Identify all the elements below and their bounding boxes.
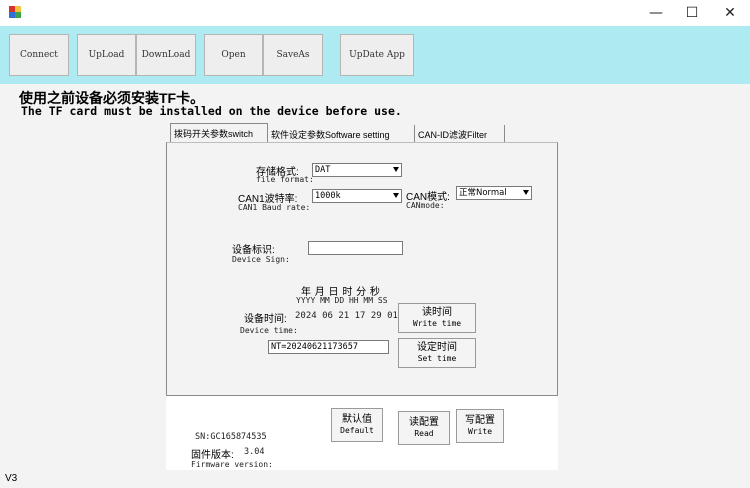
toolbar: Connect UpLoad DownLoad Open SaveAs UpDa… — [0, 26, 750, 84]
can-mode-value: 正常Normal — [459, 188, 507, 198]
read-config-label-en: Read — [414, 429, 434, 439]
can-mode-select[interactable]: 正常Normal — [456, 186, 532, 200]
read-config-label: 读配置 — [409, 416, 439, 428]
time-header-en: YYYY MM DD HH MM SS — [296, 296, 388, 305]
write-config-label-en: Write — [467, 427, 493, 437]
storage-format-select[interactable]: DAT — [312, 163, 402, 177]
device-time-value: 2024 06 21 17 29 01 — [295, 311, 398, 321]
read-time-button[interactable]: 读时间 Write time — [398, 303, 476, 333]
set-time-label: 设定时间 — [417, 341, 457, 353]
device-sign-label-en: Device Sign: — [232, 255, 290, 264]
device-time-label-en: Device time: — [240, 326, 298, 335]
tab-panel — [166, 142, 558, 396]
set-time-button[interactable]: 设定时间 Set time — [398, 338, 476, 368]
can-mode-label-en: CANmode: — [406, 201, 445, 210]
version-label: V3 — [5, 473, 18, 484]
storage-format-label-en: file format: — [256, 175, 314, 184]
nt-time-input[interactable]: NT=20240621173657 — [268, 340, 389, 354]
read-time-label-en: Write time — [412, 319, 462, 329]
firmware-label-en: Firmware version: — [191, 460, 273, 469]
serial-number: SN:GC165874535 — [195, 432, 267, 442]
connect-button[interactable]: Connect — [9, 34, 69, 76]
title-bar: — ☐ ✕ — [0, 0, 750, 26]
write-config-label: 写配置 — [465, 414, 495, 426]
default-label: 默认值 — [342, 413, 372, 425]
read-config-button[interactable]: 读配置 Read — [398, 411, 450, 445]
can1-baud-value: 1000k — [315, 191, 341, 201]
chevron-down-icon — [519, 187, 531, 199]
write-config-button[interactable]: 写配置 Write — [456, 409, 504, 443]
firmware-label: 固件版本: — [191, 450, 234, 461]
minimize-button[interactable]: — — [638, 0, 674, 26]
app-icon — [9, 6, 21, 18]
chevron-down-icon — [389, 190, 401, 202]
tab-software-setting[interactable]: 软件设定参数Software setting — [268, 125, 415, 143]
can1-baud-select[interactable]: 1000k — [312, 189, 402, 203]
saveas-button[interactable]: SaveAs — [263, 34, 323, 76]
device-sign-label: 设备标识: — [232, 245, 275, 256]
chevron-down-icon — [389, 164, 401, 176]
read-time-label: 读时间 — [422, 306, 452, 318]
update-app-button[interactable]: UpDate App — [340, 34, 414, 76]
default-label-en: Default — [340, 426, 374, 436]
status-bar: V3 — [0, 470, 750, 488]
open-button[interactable]: Open — [204, 34, 263, 76]
tab-switch[interactable]: 拨码开关参数switch — [170, 123, 268, 143]
device-time-label: 设备时间: — [244, 314, 287, 325]
maximize-button[interactable]: ☐ — [674, 0, 710, 26]
set-time-label-en: Set time — [417, 354, 457, 364]
storage-format-value: DAT — [315, 165, 331, 175]
close-button[interactable]: ✕ — [712, 0, 748, 26]
notice-en: The TF card must be installed on the dev… — [21, 104, 402, 118]
can1-baud-label-en: CAN1 Baud rate: — [238, 203, 311, 212]
tab-can-id-filter[interactable]: CAN-ID滤波Filter — [415, 125, 505, 143]
firmware-value: 3.04 — [244, 447, 265, 457]
default-button[interactable]: 默认值 Default — [331, 408, 383, 442]
download-button[interactable]: DownLoad — [136, 34, 196, 76]
device-sign-input[interactable] — [308, 241, 403, 255]
upload-button[interactable]: UpLoad — [77, 34, 136, 76]
